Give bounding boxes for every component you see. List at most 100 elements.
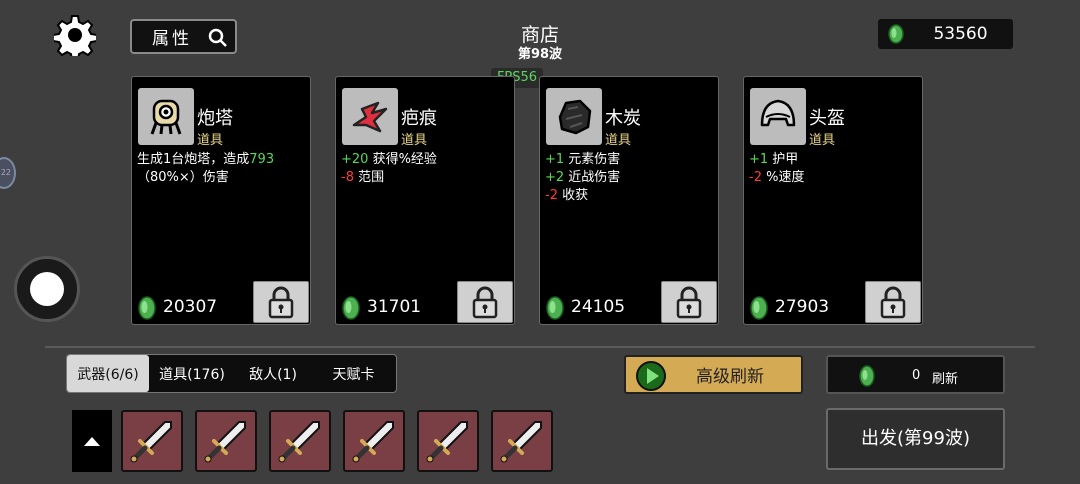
padlock-icon xyxy=(268,286,294,319)
tab-label: 天赋卡 xyxy=(332,366,375,383)
padlock-icon xyxy=(472,286,498,319)
weapon-slot[interactable] xyxy=(491,410,553,472)
weapon-slot[interactable] xyxy=(417,410,479,472)
stat-bonus: +1 xyxy=(545,152,565,167)
sword-icon xyxy=(278,421,320,463)
description-line: +20 获得%经验 xyxy=(341,151,510,169)
advanced-refresh-label: 高级刷新 xyxy=(696,367,764,387)
item-name: 头盔 xyxy=(809,108,845,129)
lock-button[interactable] xyxy=(253,281,309,323)
item-description: +20 获得%经验 -8 范围 xyxy=(341,151,510,187)
search-icon xyxy=(208,28,227,47)
refresh-cost: 0 xyxy=(912,368,921,383)
stat-penalty: -2 xyxy=(749,170,762,185)
weapon-slot[interactable] xyxy=(195,410,257,472)
stat-bonus: +20 xyxy=(341,152,369,167)
refresh-label: 刷新 xyxy=(932,372,959,387)
tab-enemies[interactable]: 敌人(1) xyxy=(235,355,311,392)
item-price: 31701 xyxy=(367,297,422,317)
stat-penalty: -8 xyxy=(341,170,354,185)
refresh-button[interactable]: 0 刷新 xyxy=(826,355,1005,394)
description-line: +2 近战伤害 xyxy=(545,169,714,187)
item-description: +1 元素伤害 +2 近战伤害 -2 收获 xyxy=(545,151,714,205)
item-type: 道具 xyxy=(605,133,632,148)
material-gem-icon xyxy=(546,296,564,320)
gear-icon[interactable] xyxy=(52,14,98,61)
money-value: 53560 xyxy=(933,24,988,44)
weapon-slot[interactable] xyxy=(121,410,183,472)
tab-label: 武器(6/6) xyxy=(77,366,139,383)
description-text: 近战伤害 xyxy=(564,170,621,185)
material-gem-icon xyxy=(888,24,904,44)
item-name: 木炭 xyxy=(605,108,641,129)
material-gem-icon xyxy=(342,296,360,320)
description-line: +1 护甲 xyxy=(749,151,918,169)
description-line: -2 %速度 xyxy=(749,169,918,187)
material-gem-icon xyxy=(750,296,768,320)
tab-talent-cards[interactable]: 天赋卡 xyxy=(311,355,396,392)
tab-weapons[interactable]: 武器(6/6) xyxy=(67,355,149,392)
tab-label: 敌人(1) xyxy=(249,366,297,383)
stat-bonus: +1 xyxy=(749,152,769,167)
collapse-up-button[interactable] xyxy=(72,410,112,472)
padlock-icon xyxy=(880,286,906,319)
item-name: 炮塔 xyxy=(197,108,233,129)
description-text: 生成1台炮塔，造成 xyxy=(137,152,250,167)
item-price: 20307 xyxy=(163,297,218,317)
shop-card-turret[interactable]: 炮塔 道具 生成1台炮塔，造成793 （80%⨯）伤害 20307 xyxy=(131,76,311,325)
material-gem-icon xyxy=(138,296,156,320)
description-line: +1 元素伤害 xyxy=(545,151,714,169)
description-text: 获得%经验 xyxy=(368,152,437,167)
item-type: 道具 xyxy=(401,133,428,148)
joystick-button[interactable] xyxy=(14,256,80,322)
scar-icon xyxy=(342,88,398,145)
shop-card-charcoal[interactable]: 木炭 道具 +1 元素伤害 +2 近战伤害 -2 收获 24105 xyxy=(539,76,719,325)
side-level-badge[interactable]: 22 xyxy=(0,157,16,189)
material-gem-icon xyxy=(859,365,875,387)
shop-card-scar[interactable]: 疤痕 道具 +20 获得%经验 -8 范围 31701 xyxy=(335,76,515,325)
sword-icon xyxy=(426,421,468,463)
lock-button[interactable] xyxy=(661,281,717,323)
item-type: 道具 xyxy=(809,133,836,148)
description-text: 护甲 xyxy=(768,152,799,167)
money-display: 53560 xyxy=(878,19,1013,49)
description-text: 收获 xyxy=(557,188,589,203)
shop-card-helmet[interactable]: 头盔 道具 +1 护甲 -2 %速度 27903 xyxy=(743,76,923,325)
attribute-search-button[interactable]: 属性 xyxy=(130,19,237,54)
charcoal-icon xyxy=(546,88,602,145)
padlock-icon xyxy=(676,286,702,319)
description-text: %速度 xyxy=(761,170,805,185)
play-icon xyxy=(636,361,666,391)
description-line: 生成1台炮塔，造成793 （80%⨯）伤害 xyxy=(137,151,306,187)
item-price: 27903 xyxy=(775,297,830,317)
attribute-label: 属性 xyxy=(152,29,192,49)
item-description: 生成1台炮塔，造成793 （80%⨯）伤害 xyxy=(137,151,306,187)
turret-icon xyxy=(138,88,194,145)
sword-icon xyxy=(352,421,394,463)
description-text: 元素伤害 xyxy=(564,152,621,167)
weapon-slot[interactable] xyxy=(343,410,405,472)
stat-bonus: +2 xyxy=(545,170,565,185)
weapon-slot[interactable] xyxy=(269,410,331,472)
sword-icon xyxy=(500,421,542,463)
stat-bonus: 793 xyxy=(249,152,275,167)
item-price: 24105 xyxy=(571,297,626,317)
description-line: -2 收获 xyxy=(545,187,714,205)
depart-button[interactable]: 出发(第99波) xyxy=(826,408,1005,470)
lock-button[interactable] xyxy=(457,281,513,323)
description-text: （80%⨯）伤害 xyxy=(137,170,229,185)
tab-items[interactable]: 道具(176) xyxy=(149,355,235,392)
item-name: 疤痕 xyxy=(401,108,437,129)
sword-icon xyxy=(204,421,246,463)
inventory-tabs: 武器(6/6) 道具(176) 敌人(1) 天赋卡 xyxy=(66,354,397,393)
item-description: +1 护甲 -2 %速度 xyxy=(749,151,918,187)
advanced-refresh-button[interactable]: 高级刷新 xyxy=(624,355,803,394)
lock-button[interactable] xyxy=(865,281,921,323)
tab-label: 道具(176) xyxy=(159,366,225,383)
description-line: -8 范围 xyxy=(341,169,510,187)
description-text: 范围 xyxy=(353,170,385,185)
helmet-icon xyxy=(750,88,806,145)
wave-label: 第98波 xyxy=(517,47,563,62)
item-type: 道具 xyxy=(197,133,224,148)
section-divider xyxy=(45,346,1035,348)
